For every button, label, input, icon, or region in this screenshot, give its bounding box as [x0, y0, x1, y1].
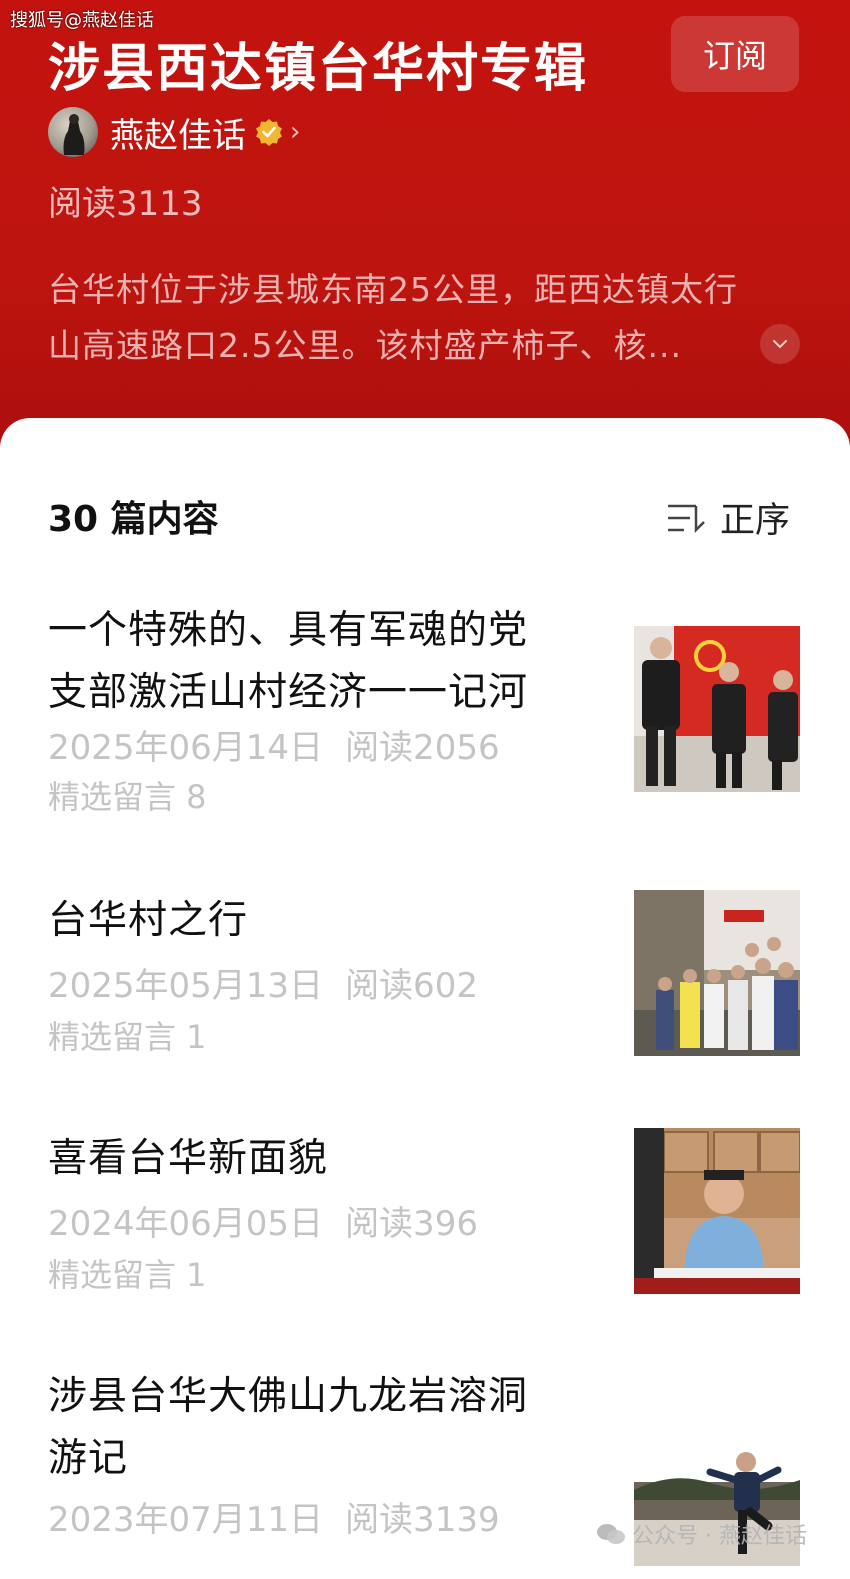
- sort-label: 正序: [720, 501, 791, 541]
- article-list-item[interactable]: 一个特殊的、具有军魂的党 支部激活山村经济一一记河 2025年06月14日 阅读2…: [48, 600, 800, 820]
- watermark-bottom: 公众号 · 燕赵佳话: [596, 1518, 807, 1550]
- article-comments: 精选留言 1: [48, 1018, 207, 1056]
- chevron-right-icon: ›: [290, 117, 301, 147]
- article-title-line: 喜看台华新面貌: [48, 1136, 329, 1181]
- subscribe-button[interactable]: 订阅: [671, 16, 799, 92]
- wechat-icon: [597, 1524, 625, 1544]
- article-meta: 2025年05月13日 阅读602: [48, 958, 478, 1007]
- author-name: 燕赵佳话: [110, 115, 246, 156]
- article-meta: 2025年06月14日 阅读2056: [48, 720, 500, 769]
- article-date: 2024年06月05日: [48, 1204, 324, 1244]
- article-reads: 阅读2056: [345, 728, 500, 768]
- avatar: [48, 107, 98, 157]
- article-title-line: 台华村之行: [48, 898, 249, 943]
- expand-intro-button[interactable]: [760, 324, 800, 364]
- article-date: 2025年05月13日: [48, 966, 324, 1006]
- article-title-line: 一个特殊的、具有军魂的党: [48, 608, 529, 653]
- article-comments: 精选留言 1: [48, 1256, 207, 1294]
- article-thumbnail: [634, 1128, 800, 1294]
- author-link[interactable]: 燕赵佳话 ›: [48, 106, 300, 158]
- album-intro: 台华村位于涉县城东南25公里，距西达镇太行 山高速路口2.5公里。该村盛产柿子、…: [48, 262, 788, 374]
- watermark-bottom-text: 公众号 · 燕赵佳话: [632, 1524, 807, 1549]
- article-list-item[interactable]: 喜看台华新面貌 2024年06月05日 阅读396 精选留言 1: [48, 1128, 800, 1298]
- intro-line: 山高速路口2.5公里。该村盛产柿子、核...: [48, 326, 682, 365]
- article-meta: 2023年07月11日 阅读3139: [48, 1492, 500, 1541]
- article-title-line: 游记: [48, 1436, 129, 1481]
- sort-icon: [668, 504, 705, 533]
- album-read-count: 阅读3113: [48, 184, 203, 224]
- chevron-down-icon: [773, 340, 787, 349]
- article-thumbnail: [634, 626, 800, 792]
- article-title: 喜看台华新面貌: [48, 1128, 608, 1190]
- article-title: 涉县台华大佛山九龙岩溶洞 游记: [48, 1366, 608, 1490]
- article-title-line: 涉县台华大佛山九龙岩溶洞: [48, 1374, 529, 1419]
- article-reads: 阅读3139: [345, 1500, 500, 1540]
- article-list-item[interactable]: 台华村之行 2025年05月13日 阅读602 精选留言 1: [48, 890, 800, 1060]
- article-comments: 精选留言 8: [48, 778, 207, 816]
- article-reads: 阅读396: [345, 1204, 478, 1244]
- page-title: 涉县西达镇台华村专辑: [48, 39, 589, 99]
- article-thumbnail: [634, 890, 800, 1056]
- article-title-line: 支部激活山村经济一一记河: [48, 670, 529, 715]
- article-date: 2023年07月11日: [48, 1500, 324, 1540]
- article-title: 一个特殊的、具有军魂的党 支部激活山村经济一一记河: [48, 600, 608, 724]
- intro-line: 台华村位于涉县城东南25公里，距西达镇太行: [48, 270, 738, 309]
- content-count: 30 篇内容: [48, 499, 219, 540]
- article-date: 2025年06月14日: [48, 728, 324, 768]
- article-title: 台华村之行: [48, 890, 608, 952]
- article-reads: 阅读602: [345, 966, 478, 1006]
- verified-badge-icon: [256, 119, 282, 146]
- article-meta: 2024年06月05日 阅读396: [48, 1196, 478, 1245]
- sort-button[interactable]: 正序: [666, 492, 790, 543]
